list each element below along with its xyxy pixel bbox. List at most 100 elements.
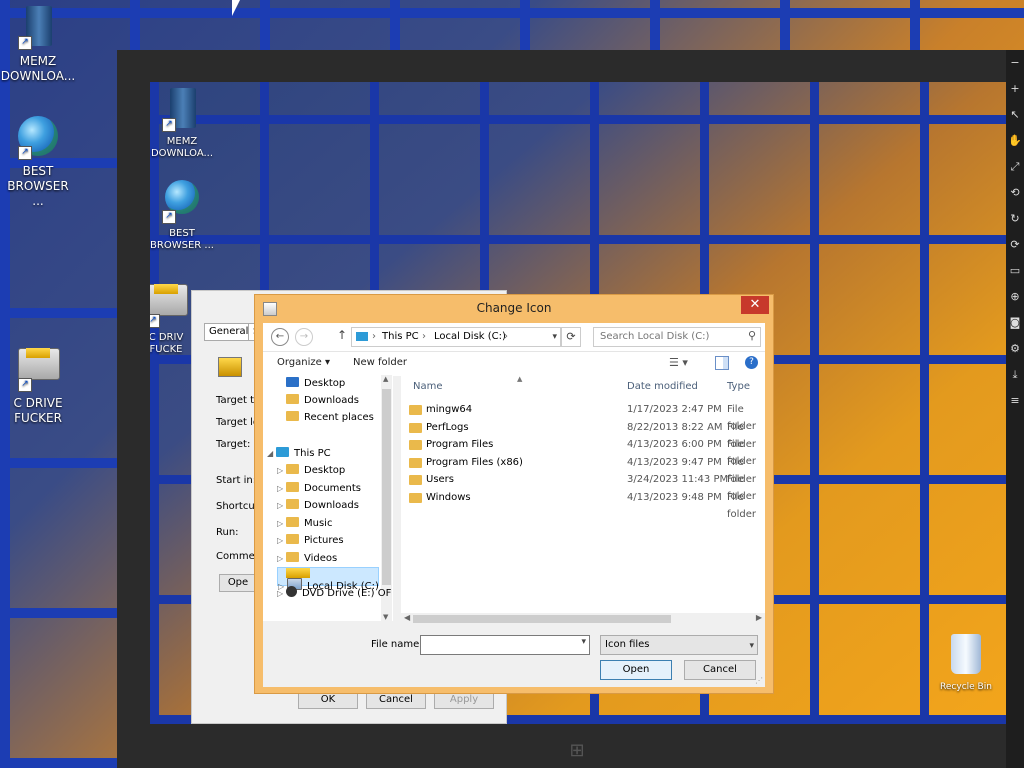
file-type-select[interactable]: Icon files ▾ — [600, 635, 758, 655]
file-row[interactable]: Users 3/24/2023 11:43 PM File folder — [401, 471, 765, 502]
expand-arrow-icon[interactable]: ▷ — [277, 532, 286, 549]
help-icon[interactable]: ? — [745, 356, 758, 369]
nav-item[interactable]: ▷ Pictures — [277, 532, 377, 549]
vm-icon-browser[interactable]: ↗ BEST BROWSER ... — [150, 180, 220, 252]
scroll-down-icon[interactable]: ▼ — [383, 613, 388, 621]
file-row[interactable]: Program Files 4/13/2023 6:00 PM File folde… — [401, 436, 765, 467]
vm-tool-icon[interactable]: ⊕ — [1006, 284, 1024, 310]
scroll-thumb[interactable] — [413, 615, 671, 623]
file-date: 1/17/2023 2:47 PM — [627, 404, 722, 415]
address-bar[interactable]: › This PC › Local Disk (C:) › ▾ — [351, 327, 561, 347]
expand-arrow-icon[interactable]: ▷ — [277, 515, 286, 532]
scroll-right-icon[interactable]: ▶ — [756, 613, 762, 622]
vm-tool-icon[interactable]: ✋ — [1006, 128, 1024, 154]
expand-arrow-icon[interactable]: ▷ — [277, 480, 286, 497]
nav-item[interactable]: ▷ Documents — [277, 480, 377, 497]
nav-item[interactable]: ▷ Desktop — [277, 462, 377, 479]
nav-item[interactable]: ◢ This PC — [267, 445, 377, 462]
vm-tool-icon[interactable]: ⟳ — [1006, 232, 1024, 258]
cancel-button[interactable]: Cancel — [684, 660, 756, 680]
file-row[interactable]: Windows 4/13/2023 9:48 PM File folder — [401, 489, 765, 520]
file-row[interactable]: mingw64 1/17/2023 2:47 PM File folder — [401, 401, 765, 432]
vm-tool-icon[interactable]: − — [1006, 50, 1024, 76]
vm-tool-icon[interactable]: ▭ — [1006, 258, 1024, 284]
search-box[interactable]: ⚲ — [593, 327, 761, 347]
column-header-name[interactable]: Name — [413, 381, 443, 392]
desktop-icon-memz[interactable]: ↗ MEMZ DOWNLOA... — [0, 6, 76, 84]
vm-tool-icon[interactable]: ⤓ — [1006, 362, 1024, 388]
expand-arrow-icon[interactable]: ▷ — [277, 497, 286, 514]
chevron-down-icon[interactable]: ▾ — [749, 637, 754, 655]
vm-tool-icon[interactable]: ≡ — [1006, 388, 1024, 414]
vm-icon-cdrive[interactable]: ↗ C DRIV FUCKE — [150, 274, 196, 356]
nav-item[interactable]: ▷ Videos — [277, 550, 377, 567]
column-header-date[interactable]: Date modified — [627, 381, 698, 392]
new-folder-button[interactable]: New folder — [353, 357, 407, 368]
file-list-scrollbar[interactable]: ◀ ▶ — [401, 613, 765, 625]
nav-item-label: Music — [304, 518, 333, 529]
forward-button[interactable]: → — [295, 328, 313, 346]
scroll-up-icon[interactable]: ▲ — [383, 375, 388, 383]
expand-arrow-icon[interactable]: ◢ — [267, 445, 276, 462]
nav-item[interactable]: ▷ Local Disk (C:) — [277, 567, 379, 592]
dialog-titlebar[interactable]: Change Icon ✕ — [255, 295, 773, 321]
vm-tool-icon[interactable]: ↻ — [1006, 206, 1024, 232]
vm-tool-icon[interactable]: ⤢ — [1006, 154, 1024, 180]
scroll-left-icon[interactable]: ◀ — [404, 613, 410, 622]
desktop-icon-browser[interactable]: ↗ BEST BROWSER ... — [0, 116, 76, 209]
back-button[interactable]: ← — [271, 328, 289, 346]
breadcrumb-local-disk[interactable]: Local Disk (C:) — [434, 328, 506, 346]
view-options-icon[interactable]: ☰ ▾ — [669, 356, 688, 369]
folder-icon — [409, 475, 422, 486]
nav-item[interactable]: ▷ Downloads — [277, 497, 377, 514]
nav-item-label: Downloads — [304, 395, 359, 406]
file-name: Program Files — [426, 439, 494, 451]
chevron-down-icon[interactable]: ▾ — [581, 637, 586, 647]
file-row[interactable]: Program Files (x86) 4/13/2023 9:47 PM File… — [401, 454, 765, 485]
vm-tool-icon[interactable]: ⚙ — [1006, 336, 1024, 362]
vm-icon-memz[interactable]: ↗ MEMZ DOWNLOA... — [150, 88, 220, 160]
file-name-combo[interactable]: ▾ — [420, 635, 590, 655]
nav-item[interactable]: Downloads — [277, 392, 377, 409]
file-row[interactable]: PerfLogs 8/22/2013 8:22 AM File folder — [401, 419, 765, 450]
desktop-icon-cdrive[interactable]: ↗ C DRIVE FUCKER — [0, 338, 76, 426]
scroll-thumb[interactable] — [382, 389, 391, 585]
nav-scrollbar[interactable]: ▲ ▼ — [381, 375, 392, 621]
breadcrumb-this-pc[interactable]: This PC — [382, 328, 419, 346]
open-file-location-button[interactable]: Ope — [219, 574, 257, 592]
recycle-bin[interactable]: Recycle Bin — [928, 634, 1004, 693]
file-name-input[interactable] — [421, 636, 579, 652]
breadcrumb-separator: › — [504, 331, 508, 342]
resize-grip-icon[interactable]: ⋰ — [755, 676, 763, 685]
vm-tool-icon[interactable]: ◙ — [1006, 310, 1024, 336]
up-button[interactable]: ↑ — [337, 328, 347, 342]
vm-side-toolbar: − + ↖ ✋ ⤢ ⟲ ↻ ⟳ ▭ ⊕ ◙ ⚙ ⤓ ≡ — [1006, 50, 1024, 768]
close-button[interactable]: ✕ — [741, 296, 769, 314]
file-name-label: File name: — [371, 639, 423, 650]
preview-pane-icon[interactable] — [715, 356, 729, 370]
label-shortcut-key: Shortcut — [216, 501, 259, 512]
expand-arrow-icon[interactable]: ▷ — [277, 585, 286, 602]
tab-general[interactable]: General — [204, 323, 254, 341]
nav-item[interactable]: ▷ Music — [277, 515, 377, 532]
vm-tool-icon[interactable]: + — [1006, 76, 1024, 102]
column-header-type[interactable]: Type — [727, 381, 750, 392]
windows-logo-icon[interactable]: ⊞ — [565, 740, 589, 764]
expand-arrow-icon[interactable]: ▷ — [277, 462, 286, 479]
folder-icon — [409, 405, 422, 415]
nav-item-label: Desktop — [304, 378, 346, 389]
label-target: Target: — [216, 439, 251, 450]
vm-tool-icon[interactable]: ↖ — [1006, 102, 1024, 128]
open-button[interactable]: Open — [600, 660, 672, 680]
organize-button[interactable]: Organize ▾ — [277, 357, 330, 368]
shortcut-arrow-icon: ↗ — [150, 314, 160, 328]
nav-item[interactable]: Desktop — [277, 375, 377, 392]
nav-item[interactable]: ▷ DVD Drive (E:) OF — [277, 585, 391, 602]
vm-tool-icon[interactable]: ⟲ — [1006, 180, 1024, 206]
nav-item[interactable]: Recent places — [277, 409, 377, 426]
refresh-icon[interactable]: ⟳ — [561, 327, 581, 347]
drive-icon — [150, 284, 188, 316]
search-input[interactable] — [594, 328, 740, 344]
chevron-down-icon[interactable]: ▾ — [552, 328, 557, 346]
expand-arrow-icon[interactable]: ▷ — [277, 550, 286, 567]
